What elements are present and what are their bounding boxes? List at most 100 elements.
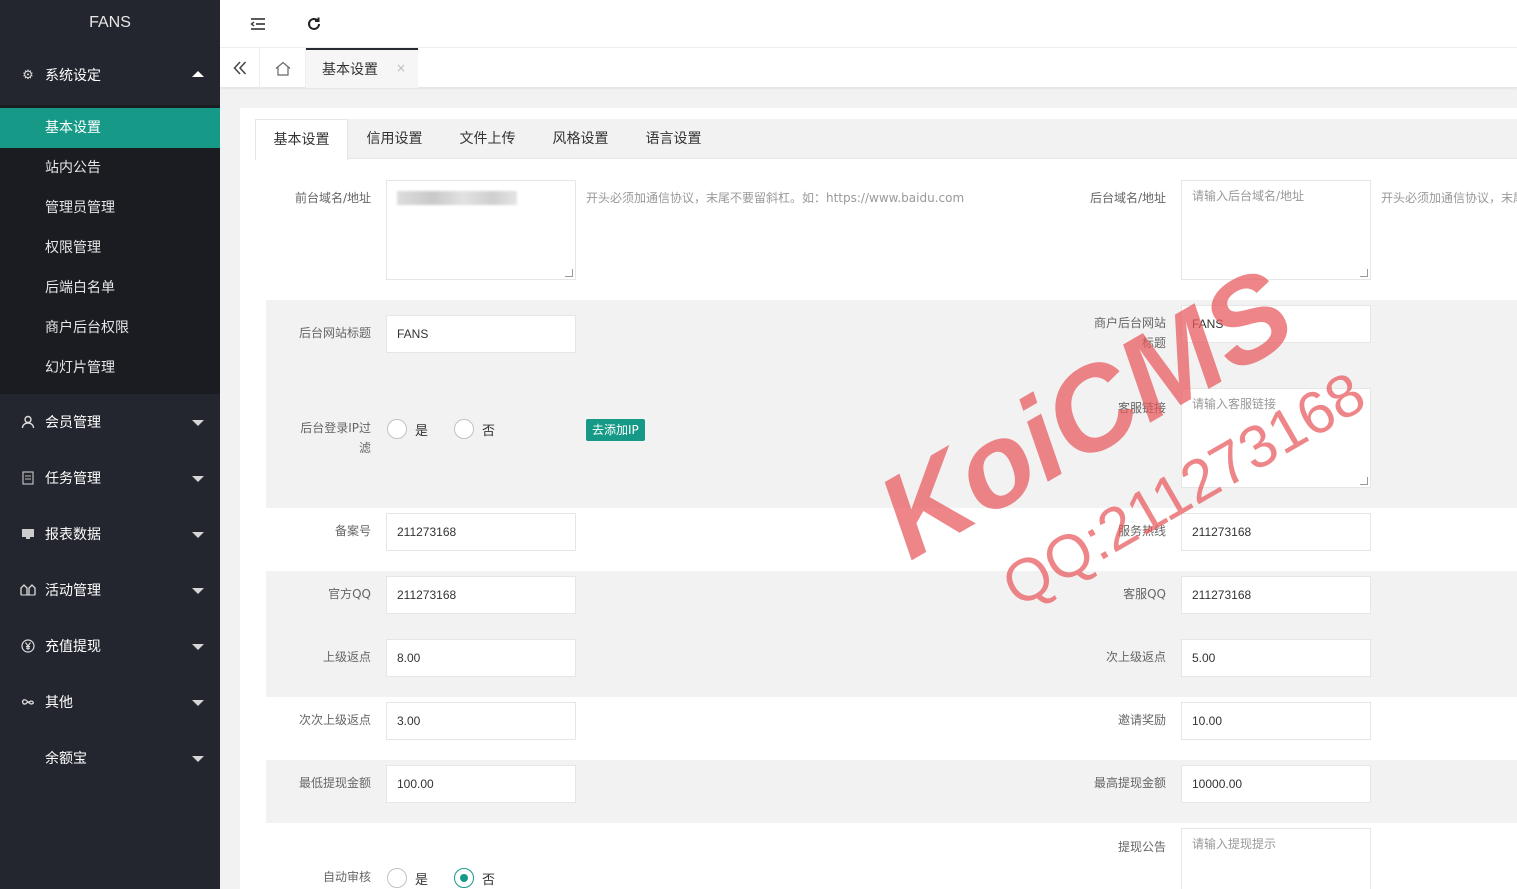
rebate2-input[interactable]: 5.00 [1181, 639, 1371, 677]
back-domain-label: 后台域名/地址 [1089, 191, 1166, 205]
site-title-input[interactable]: FANS [386, 315, 576, 353]
merchant-title-label: 商户后台网站 标题 [1061, 313, 1166, 353]
caret-down-icon [192, 476, 204, 482]
rebate1-label: 上级返点 [322, 650, 371, 664]
min-withdraw-input[interactable]: 100.00 [386, 765, 576, 803]
close-icon[interactable]: × [396, 61, 406, 75]
caret-up-icon [192, 71, 204, 77]
nav-group-label: 充值提现 [45, 639, 101, 655]
service-link-placeholder: 请输入客服链接 [1192, 397, 1277, 411]
form-tabs: 基本设置 信用设置 文件上传 风格设置 语言设置 [255, 119, 1517, 160]
tab-style-settings[interactable]: 风格设置 [534, 119, 627, 159]
user-icon [20, 414, 36, 430]
yen-icon [20, 638, 36, 654]
form-row-icp: 备案号 211273168 服务热线 211273168 [266, 508, 1517, 571]
auto-review-yes-radio[interactable]: 是 [387, 868, 428, 888]
merchant-title-label-line2: 标题 [1141, 336, 1166, 350]
radio-circle-icon [454, 419, 474, 439]
radio-label: 否 [482, 423, 496, 439]
withdraw-notice-placeholder: 请输入提现提示 [1192, 837, 1277, 851]
nav-group-label: 报表数据 [45, 527, 101, 543]
tab-basic-settings[interactable]: 基本设置 [255, 119, 348, 160]
radio-checked-icon [454, 868, 474, 888]
form-row-rebates: 上级返点 8.00 次上级返点 5.00 [266, 634, 1517, 697]
subnav-item-backend-whitelist[interactable]: 后端白名单 [0, 268, 220, 308]
add-ip-button[interactable]: 去添加IP [586, 419, 645, 441]
rebate3-input[interactable]: 3.00 [386, 702, 576, 740]
subnav-item-permissions[interactable]: 权限管理 [0, 228, 220, 268]
chart-icon [20, 526, 36, 542]
radio-circle-icon [387, 868, 407, 888]
form-row-withdraw-limits: 最低提现金额 100.00 最高提现金额 10000.00 [266, 760, 1517, 823]
nav-group-label: 会员管理 [45, 415, 101, 431]
nav-group-label: 系统设定 [45, 68, 101, 84]
page-tab-label: 基本设置 [322, 62, 378, 78]
caret-down-icon [192, 700, 204, 706]
official-qq-input[interactable]: 211273168 [386, 576, 576, 614]
min-withdraw-label: 最低提现金额 [298, 776, 371, 790]
form-row-titles: 后台网站标题 FANS 商户后台网站 标题 FANS [266, 300, 1517, 382]
resize-grip-icon [1360, 477, 1368, 485]
nav-group-recharge-withdraw[interactable]: 充值提现 [0, 618, 220, 674]
official-qq-label: 官方QQ [328, 587, 371, 601]
menu-toggle-icon[interactable] [246, 12, 270, 36]
page-tab-current[interactable]: 基本设置 × [306, 48, 418, 88]
rebate3-label: 次次上级返点 [298, 713, 371, 727]
service-link-field[interactable]: 请输入客服链接 [1181, 388, 1371, 488]
caret-down-icon [192, 532, 204, 538]
subnav-item-announcements[interactable]: 站内公告 [0, 148, 220, 188]
refresh-icon[interactable] [302, 12, 326, 36]
caret-down-icon [192, 756, 204, 762]
settings-panel: 基本设置 信用设置 文件上传 风格设置 语言设置 前台域名/地址 开头必须加通信… [240, 108, 1517, 889]
ip-filter-label: 后台登录IP过 滤 [266, 418, 371, 458]
radio-label: 否 [482, 872, 496, 888]
invite-input[interactable]: 10.00 [1181, 702, 1371, 740]
rebate1-input[interactable]: 8.00 [386, 639, 576, 677]
nav-group-label: 余额宝 [45, 751, 87, 767]
merchant-title-label-line1: 商户后台网站 [1093, 316, 1166, 330]
radio-label: 是 [415, 423, 429, 439]
resize-grip-icon [565, 269, 573, 277]
ip-filter-no-radio[interactable]: 否 [454, 419, 495, 439]
nav-group-others[interactable]: 其他 [0, 674, 220, 730]
max-withdraw-input[interactable]: 10000.00 [1181, 765, 1371, 803]
double-chevron-left-icon[interactable] [220, 48, 260, 88]
hotline-input[interactable]: 211273168 [1181, 513, 1371, 551]
icp-input[interactable]: 211273168 [386, 513, 576, 551]
home-icon[interactable] [260, 48, 306, 88]
back-domain-field[interactable]: 请输入后台域名/地址 [1181, 180, 1371, 280]
ip-filter-yes-radio[interactable]: 是 [387, 419, 428, 439]
tab-file-upload[interactable]: 文件上传 [441, 119, 534, 159]
tab-credit-settings[interactable]: 信用设置 [348, 119, 441, 159]
nav-group-tasks[interactable]: 任务管理 [0, 450, 220, 506]
auto-review-label: 自动审核 [322, 870, 371, 884]
nav-group-reports[interactable]: 报表数据 [0, 506, 220, 562]
back-domain-hint: 开头必须加通信协议，末尾 [1381, 191, 1517, 205]
subnav-item-slides[interactable]: 幻灯片管理 [0, 348, 220, 388]
brand-logo: FANS [89, 14, 131, 31]
front-domain-label: 前台域名/地址 [294, 191, 371, 205]
nav-group-yuebao[interactable]: 余额宝 [0, 730, 220, 786]
subnav-item-basic-settings[interactable]: 基本设置 [0, 108, 220, 148]
withdraw-notice-field[interactable]: 请输入提现提示 [1181, 828, 1371, 889]
resize-grip-icon [1360, 269, 1368, 277]
auto-review-no-radio[interactable]: 否 [454, 868, 495, 888]
front-domain-field[interactable] [386, 180, 576, 280]
form-row-qq: 官方QQ 211273168 客服QQ 211273168 [266, 571, 1517, 634]
nav-group-activities[interactable]: 活动管理 [0, 562, 220, 618]
form-row-domains: 前台域名/地址 开头必须加通信协议，末尾不要留斜杠。如：https://www.… [266, 168, 1517, 300]
infinity-icon [20, 694, 36, 710]
form-row-auto-review: 自动审核 是 否 提现公告 请输入提现提示 [266, 823, 1517, 889]
merchant-title-input[interactable]: FANS [1181, 305, 1371, 343]
front-domain-hint: 开头必须加通信协议，末尾不要留斜杠。如：https://www.baidu.co… [586, 191, 965, 205]
nav-group-label: 活动管理 [45, 583, 101, 599]
subnav-item-admin-management[interactable]: 管理员管理 [0, 188, 220, 228]
subnav-item-merchant-permissions[interactable]: 商户后台权限 [0, 308, 220, 348]
tab-language-settings[interactable]: 语言设置 [627, 119, 720, 159]
nav-group-system-settings[interactable]: ⚙ 系统设定 [0, 45, 220, 105]
rebate2-label: 次上级返点 [1105, 650, 1166, 664]
ip-filter-label-line2: 滤 [358, 441, 371, 455]
service-qq-input[interactable]: 211273168 [1181, 576, 1371, 614]
nav-group-members[interactable]: 会员管理 [0, 394, 220, 450]
service-link-label: 客服链接 [1117, 401, 1166, 415]
